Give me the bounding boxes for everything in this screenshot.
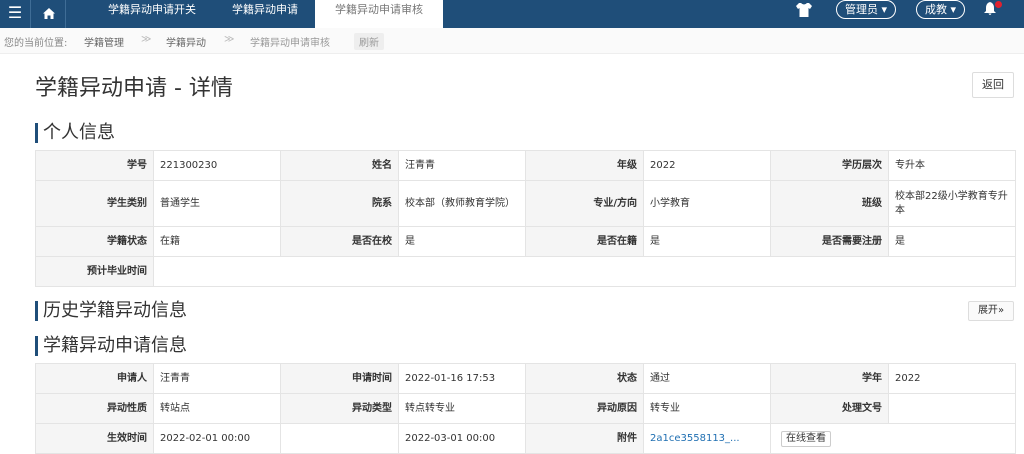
table-row: 学号 221300230 姓名 汪青青 年级 2022 学历层次 专升本 <box>35 150 1016 181</box>
apply-info-table: 申请人 汪青青 申请时间 2022-01-16 17:53 状态 通过 学年 2… <box>35 363 1016 454</box>
field-value: 2022 <box>888 363 1016 394</box>
field-value <box>153 256 1016 287</box>
field-label: 附件 <box>525 423 644 454</box>
field-value: 在籍 <box>153 226 281 257</box>
field-label: 院系 <box>280 180 399 227</box>
field-label: 预计毕业时间 <box>35 256 154 287</box>
field-value: 转专业 <box>643 393 771 424</box>
chevron-down-icon: ▾ <box>950 3 957 16</box>
field-label: 异动类型 <box>280 393 399 424</box>
breadcrumb-item-current: 学籍异动申请审核 <box>250 38 330 49</box>
field-label: 异动性质 <box>35 393 154 424</box>
role-label: 成教 <box>925 3 947 16</box>
field-value: 校本部（教师教育学院） <box>398 180 526 227</box>
double-chevron-down-icon: » <box>997 305 1005 316</box>
field-label: 是否在籍 <box>525 226 644 257</box>
home-icon <box>43 8 55 19</box>
tab-apply-switch[interactable]: 学籍异动申请开关 <box>108 0 196 28</box>
expand-label: 展开 <box>977 305 998 316</box>
breadcrumb-item-student-status[interactable]: 学籍管理 <box>84 34 124 49</box>
table-row: 生效时间 2022-02-01 00:00 2022-03-01 00:00 附… <box>35 423 1016 454</box>
attachment-actions: 在线查看 <box>770 423 1016 454</box>
field-label: 年级 <box>525 150 644 181</box>
back-button[interactable]: 返回 <box>972 72 1014 98</box>
section-title-apply: 学籍异动申请信息 <box>35 336 187 356</box>
field-label: 学历层次 <box>770 150 889 181</box>
table-row: 异动性质 转站点 异动类型 转点转专业 异动原因 转专业 处理文号 <box>35 393 1016 424</box>
field-label: 状态 <box>525 363 644 394</box>
field-value: 2022-03-01 00:00 <box>398 423 526 454</box>
admin-dropdown[interactable]: 管理员 ▾ <box>836 0 897 19</box>
field-label: 是否在校 <box>280 226 399 257</box>
field-label: 学年 <box>770 363 889 394</box>
field-value: 2022 <box>643 150 771 181</box>
preview-online-button[interactable]: 在线查看 <box>781 430 831 447</box>
field-value: 转站点 <box>153 393 281 424</box>
page-title: 学籍异动申请 - 详情 <box>35 76 233 101</box>
breadcrumb-separator: ≫ <box>224 34 235 45</box>
breadcrumb-item-change[interactable]: 学籍异动 <box>166 34 206 49</box>
home-button[interactable] <box>30 0 66 28</box>
admin-label: 管理员 <box>845 3 878 16</box>
chevron-down-icon: ▾ <box>881 3 888 16</box>
notification-badge <box>995 1 1002 8</box>
table-row: 学籍状态 在籍 是否在校 是 是否在籍 是 是否需要注册 是 <box>35 226 1016 257</box>
table-row: 预计毕业时间 <box>35 256 1016 287</box>
field-value: 小学教育 <box>643 180 771 227</box>
field-value: 普通学生 <box>153 180 281 227</box>
role-dropdown[interactable]: 成教 ▾ <box>916 0 966 19</box>
top-navbar: ☰ 学籍异动申请开关 学籍异动申请 学籍异动申请审核 管理员 ▾ 成教 ▾ <box>0 0 1024 28</box>
field-label: 学生类别 <box>35 180 154 227</box>
field-label: 是否需要注册 <box>770 226 889 257</box>
field-value: 专升本 <box>888 150 1016 181</box>
breadcrumb-prefix: 您的当前位置: <box>4 38 68 49</box>
field-value: 是 <box>888 226 1016 257</box>
field-label: 处理文号 <box>770 393 889 424</box>
field-value: 是 <box>398 226 526 257</box>
field-label: 学号 <box>35 150 154 181</box>
field-value <box>888 393 1016 424</box>
field-value: 是 <box>643 226 771 257</box>
tab-apply-review[interactable]: 学籍异动申请审核 <box>315 0 443 28</box>
table-row: 学生类别 普通学生 院系 校本部（教师教育学院） 专业/方向 小学教育 班级 校… <box>35 180 1016 227</box>
table-row: 申请人 汪青青 申请时间 2022-01-16 17:53 状态 通过 学年 2… <box>35 363 1016 394</box>
personal-info-table: 学号 221300230 姓名 汪青青 年级 2022 学历层次 专升本 学生类… <box>35 150 1016 287</box>
field-label: 异动原因 <box>525 393 644 424</box>
theme-shirt-icon[interactable] <box>796 3 812 17</box>
field-value: 221300230 <box>153 150 281 181</box>
field-label: 申请人 <box>35 363 154 394</box>
field-label: 姓名 <box>280 150 399 181</box>
section-title-history: 历史学籍异动信息 <box>35 301 187 321</box>
field-value: 校本部22级小学教育专升本 <box>888 180 1016 227</box>
field-label: 申请时间 <box>280 363 399 394</box>
field-value: 2022-02-01 00:00 <box>153 423 281 454</box>
field-value: 2022-01-16 17:53 <box>398 363 526 394</box>
breadcrumb-separator: ≫ <box>141 34 152 45</box>
field-label <box>280 423 399 454</box>
field-label: 生效时间 <box>35 423 154 454</box>
tab-apply[interactable]: 学籍异动申请 <box>232 0 298 28</box>
field-value: 汪青青 <box>153 363 281 394</box>
section-title-personal: 个人信息 <box>35 123 115 143</box>
menu-toggle-icon[interactable]: ☰ <box>0 0 30 28</box>
field-label: 学籍状态 <box>35 226 154 257</box>
refresh-button[interactable]: 刷新 <box>354 33 384 50</box>
expand-button[interactable]: 展开» <box>968 301 1014 321</box>
field-value: 转点转专业 <box>398 393 526 424</box>
field-label: 班级 <box>770 180 889 227</box>
attachment-link[interactable]: 2a1ce3558113_... <box>643 423 771 454</box>
field-value: 通过 <box>643 363 771 394</box>
breadcrumb: 您的当前位置: 学籍管理 ≫ 学籍异动 ≫ 学籍异动申请审核 刷新 <box>0 28 1024 54</box>
field-value: 汪青青 <box>398 150 526 181</box>
field-label: 专业/方向 <box>525 180 644 227</box>
